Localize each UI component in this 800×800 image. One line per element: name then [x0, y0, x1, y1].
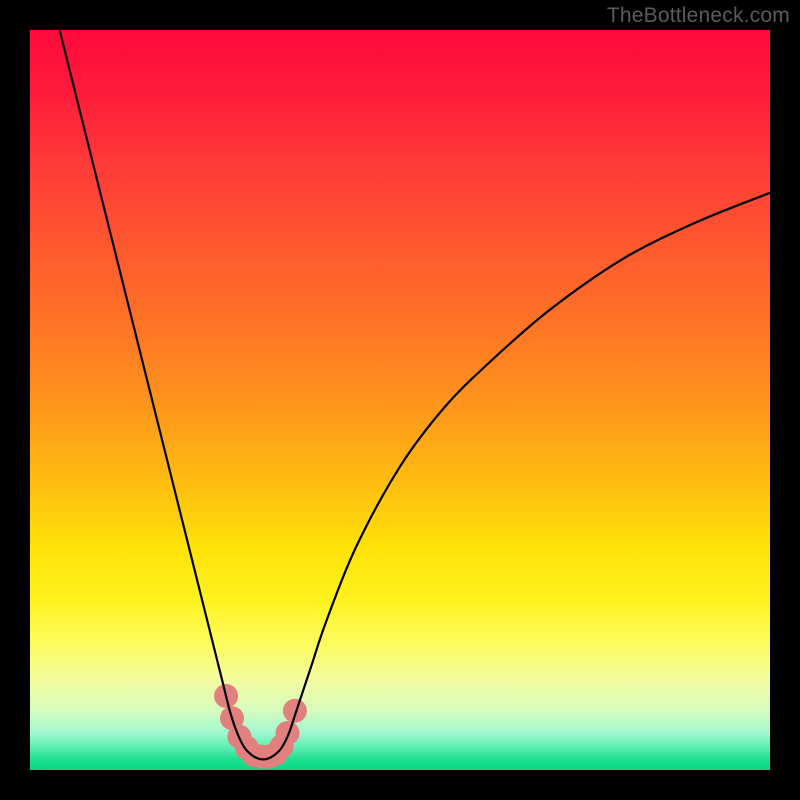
- highlight-dot: [283, 699, 307, 723]
- bottleneck-curve: [60, 30, 770, 759]
- highlight-dot: [276, 721, 300, 745]
- marker-layer: [214, 684, 307, 769]
- chart-svg: [30, 30, 770, 770]
- plot-area: [30, 30, 770, 770]
- watermark-text: TheBottleneck.com: [607, 4, 790, 28]
- chart-frame: TheBottleneck.com: [0, 0, 800, 800]
